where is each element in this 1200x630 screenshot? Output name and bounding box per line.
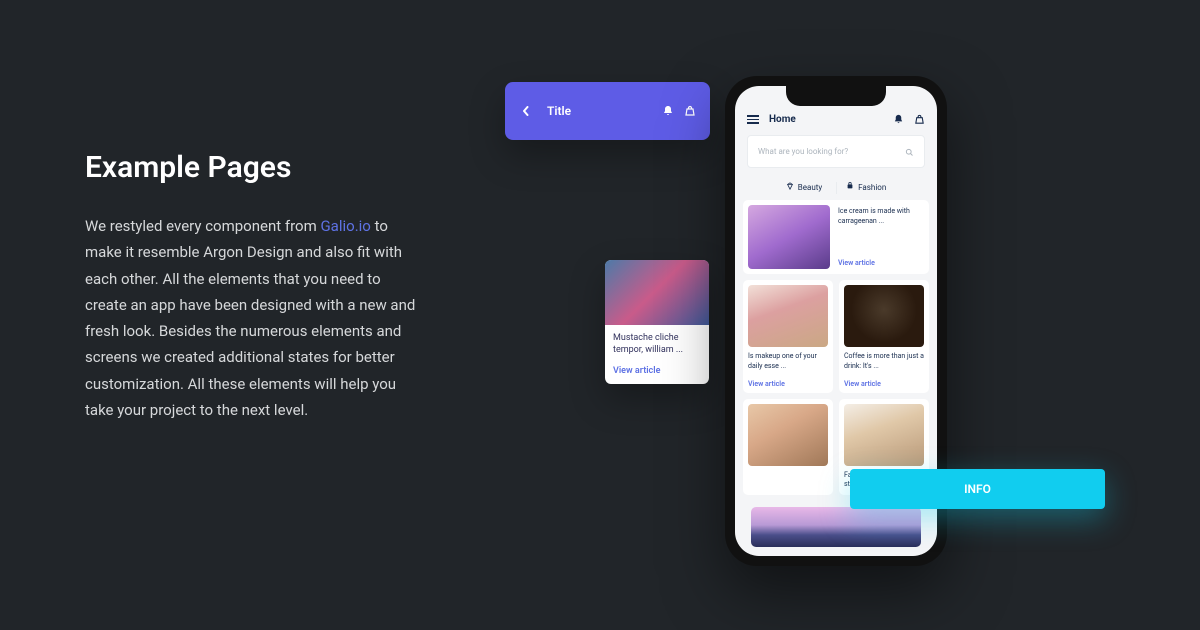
description-text-before: We restyled every component from — [85, 217, 320, 235]
bell-icon[interactable] — [662, 105, 674, 117]
view-article-link[interactable]: View article — [613, 366, 701, 376]
tab-beauty[interactable]: Beauty — [786, 182, 822, 192]
article-image — [748, 205, 830, 269]
tab-fashion[interactable]: Fashion — [846, 182, 886, 192]
article-image — [844, 404, 924, 466]
shopping-bag-icon[interactable] — [684, 105, 696, 117]
search-icon — [905, 142, 914, 161]
article-title: Is makeup one of your daily esse ... — [748, 352, 828, 372]
bell-icon[interactable] — [893, 114, 904, 125]
article-image — [605, 260, 709, 325]
header-title: Home — [769, 114, 796, 125]
info-button[interactable]: INFO — [850, 469, 1105, 509]
article-title: Mustache cliche tempor, william ... — [613, 333, 701, 356]
article-card[interactable]: Coffee is more than just a drink: It's .… — [839, 280, 929, 393]
phone-notch — [786, 86, 886, 106]
article-image — [748, 404, 828, 466]
tab-label: Beauty — [798, 183, 822, 192]
feed-banner-image — [751, 507, 921, 547]
article-image — [844, 285, 924, 347]
article-title: Coffee is more than just a drink: It's .… — [844, 352, 924, 372]
page-description: We restyled every component from Galio.i… — [85, 213, 425, 423]
article-card[interactable] — [743, 399, 833, 496]
article-card[interactable]: Ice cream is made with carrageenan ... V… — [743, 200, 929, 274]
floating-article-card[interactable]: Mustache cliche tempor, william ... View… — [605, 260, 709, 384]
search-input[interactable]: What are you looking for? — [747, 135, 925, 168]
info-button-label: INFO — [964, 482, 991, 496]
search-placeholder: What are you looking for? — [758, 147, 848, 156]
tab-separator — [836, 182, 837, 194]
view-article-link[interactable]: View article — [748, 380, 828, 388]
view-article-link[interactable]: View article — [844, 380, 924, 388]
preview-stage: Title Mustache cliche tempor, william ..… — [505, 76, 1155, 606]
category-tabs: Beauty Fashion — [735, 176, 937, 200]
article-image — [748, 285, 828, 347]
page-heading: Example Pages — [85, 150, 425, 185]
galio-link[interactable]: Galio.io — [320, 217, 370, 235]
diamond-icon — [786, 182, 794, 192]
menu-icon[interactable] — [747, 115, 759, 124]
title-bar-card: Title — [505, 82, 710, 140]
title-bar-label: Title — [547, 104, 571, 118]
shopping-bag-icon[interactable] — [914, 114, 925, 125]
back-icon[interactable] — [519, 104, 533, 118]
view-article-link[interactable]: View article — [838, 259, 924, 267]
article-card[interactable]: Is makeup one of your daily esse ... Vie… — [743, 280, 833, 393]
tab-label: Fashion — [858, 183, 886, 192]
article-title: Ice cream is made with carrageenan ... — [838, 207, 924, 227]
description-text-after: to make it resemble Argon Design and als… — [85, 217, 415, 419]
bag-icon — [846, 182, 854, 192]
